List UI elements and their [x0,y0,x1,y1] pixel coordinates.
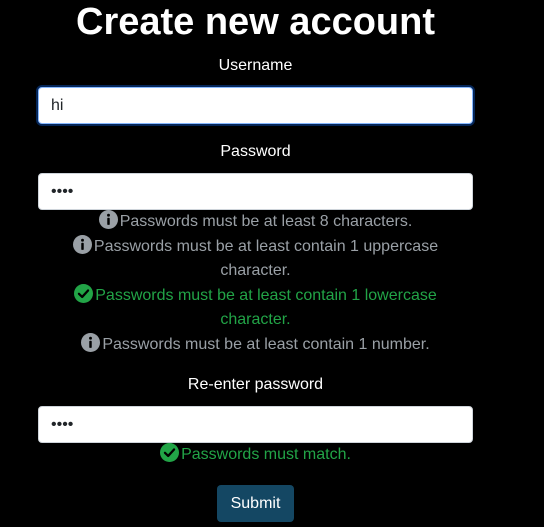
reenter-password-label: Re-enter password [187,376,324,393]
reenter-password-input[interactable] [38,406,473,443]
username-input[interactable] [38,87,473,124]
info-icon [98,210,118,229]
password-rule-min-length: Passwords must be at least 8 characters. [38,210,473,235]
rule-text: Passwords must be at least contain 1 low… [95,286,437,329]
info-icon [72,234,92,254]
submit-button[interactable]: Submit [217,485,294,522]
password-rule-lowercase: Passwords must be at least contain 1 low… [38,283,473,333]
password-rule-match: Passwords must match. [38,443,473,468]
info-icon [81,332,101,352]
rule-text: Passwords must match. [181,446,351,463]
password-rule-number: Passwords must be at least contain 1 num… [38,332,473,358]
reenter-rules: Passwords must match. [38,443,473,468]
password-input[interactable] [38,173,473,210]
password-label: Password [220,143,291,160]
rule-text: Passwords must be at least 8 characters. [119,213,413,230]
rule-text: Passwords must be at least contain 1 num… [102,335,430,353]
username-label: Username [218,57,293,74]
rule-text: Passwords must be at least contain 1 upp… [93,237,439,280]
page-title: Create new account [76,1,435,43]
password-rule-uppercase: Passwords must be at least contain 1 upp… [38,234,473,284]
check-circle-icon [74,283,94,303]
check-circle-icon [160,443,180,462]
password-rules: Passwords must be at least 8 characters.… [38,210,473,357]
create-account-page: Create new account Username Password Pas… [0,0,544,527]
